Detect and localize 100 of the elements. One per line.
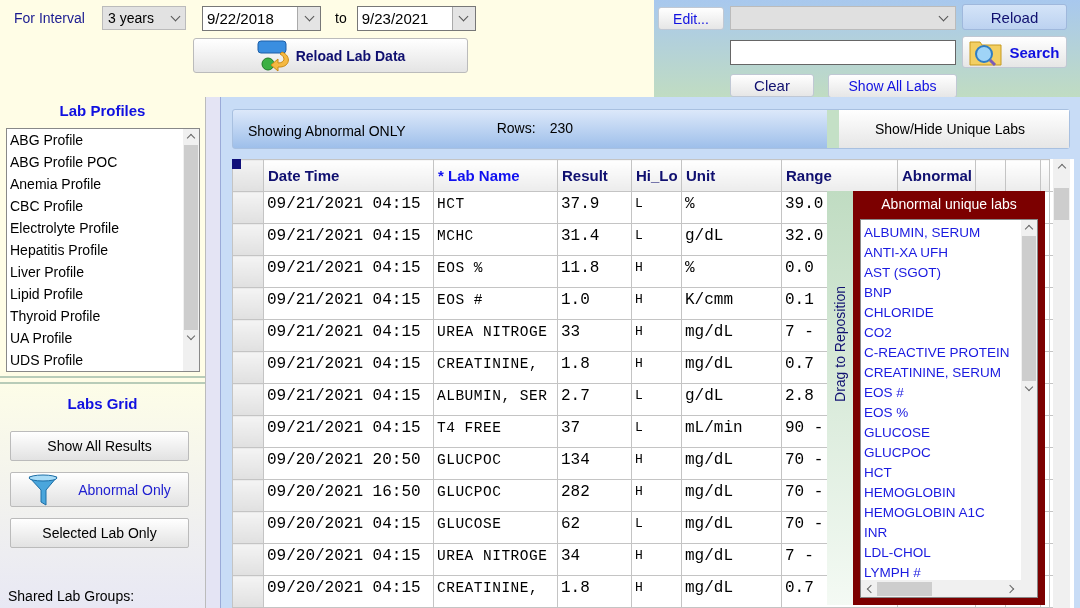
show-hide-unique-labs-button[interactable]: Show/Hide Unique Labs bbox=[827, 110, 1069, 148]
row-header[interactable] bbox=[232, 415, 264, 448]
table-cell: H bbox=[631, 351, 682, 384]
table-cell: mg/dL bbox=[681, 543, 782, 576]
table-cell: 34 bbox=[557, 543, 632, 576]
table-cell: 1.8 bbox=[557, 351, 632, 384]
table-cell: mL/min bbox=[681, 415, 782, 448]
row-header[interactable] bbox=[232, 383, 264, 416]
scrollbar[interactable] bbox=[183, 129, 199, 371]
scrollbar[interactable] bbox=[1021, 220, 1037, 580]
row-header[interactable] bbox=[232, 479, 264, 512]
profile-item[interactable]: ABG Profile POC bbox=[7, 151, 183, 173]
table-cell: MCHC bbox=[433, 223, 558, 256]
table-cell: 33 bbox=[557, 319, 632, 352]
row-header[interactable] bbox=[232, 543, 264, 576]
table-cell: g/dL bbox=[681, 223, 782, 256]
table-cell: mg/dL bbox=[681, 479, 782, 512]
rows-count: 230 bbox=[549, 120, 573, 136]
reload-button[interactable]: Reload bbox=[962, 4, 1067, 30]
table-cell: 09/20/2021 04:15 bbox=[263, 511, 434, 544]
row-header[interactable] bbox=[232, 575, 264, 608]
profile-item[interactable]: Liver Profile bbox=[7, 261, 183, 283]
interval-dropdown[interactable]: 3 years bbox=[102, 6, 186, 30]
row-header[interactable] bbox=[232, 511, 264, 544]
column-header[interactable]: Abnormal bbox=[897, 159, 976, 192]
splitter[interactable] bbox=[206, 97, 221, 608]
column-header[interactable]: Range bbox=[781, 159, 898, 192]
profile-item[interactable]: Thyroid Profile bbox=[7, 305, 183, 327]
column-header[interactable]: Unit bbox=[681, 159, 782, 192]
scrollbar[interactable] bbox=[1053, 159, 1070, 608]
table-cell: % bbox=[681, 191, 782, 224]
table-cell: 09/21/2021 04:15 bbox=[263, 319, 434, 352]
labs-grid-title: Labs Grid bbox=[66, 394, 139, 414]
row-header[interactable] bbox=[232, 255, 264, 288]
table-cell: H bbox=[631, 447, 682, 480]
table-cell: UREA NITROGE bbox=[433, 543, 558, 576]
table-cell: H bbox=[631, 287, 682, 320]
table-cell: mg/dL bbox=[681, 351, 782, 384]
table-cell: 31.4 bbox=[557, 223, 632, 256]
table-cell: 11.8 bbox=[557, 255, 632, 288]
table-cell: GLUCPOC bbox=[433, 479, 558, 512]
profile-item[interactable]: CBC Profile bbox=[7, 195, 183, 217]
table-cell: g/dL bbox=[681, 383, 782, 416]
table-cell: CREATININE, bbox=[433, 351, 558, 384]
search-button[interactable]: Search bbox=[962, 36, 1067, 68]
column-header[interactable]: Date Time bbox=[263, 159, 434, 192]
from-date-field[interactable]: 9/22/2018 bbox=[202, 5, 321, 31]
table-cell: GLUCPOC bbox=[433, 447, 558, 480]
profile-item[interactable]: Electrolyte Profile bbox=[7, 217, 183, 239]
row-header[interactable] bbox=[232, 287, 264, 320]
to-date-field[interactable]: 9/23/2021 bbox=[356, 5, 476, 31]
shared-groups-label: Shared Lab Groups: bbox=[8, 588, 136, 604]
table-cell: UREA NITROGE bbox=[433, 319, 558, 352]
status-text: Showing Abnormal ONLY bbox=[248, 123, 406, 139]
row-header[interactable] bbox=[232, 447, 264, 480]
table-cell: HCT bbox=[433, 191, 558, 224]
corner-marker bbox=[232, 159, 241, 169]
splitter[interactable] bbox=[0, 376, 205, 384]
row-header[interactable] bbox=[232, 319, 264, 352]
table-cell: 09/21/2021 04:15 bbox=[263, 415, 434, 448]
table-cell: L bbox=[631, 223, 682, 256]
table-cell: mg/dL bbox=[681, 511, 782, 544]
row-header[interactable] bbox=[232, 191, 264, 224]
column-header[interactable]: * Lab Name bbox=[433, 159, 558, 192]
table-cell: 1.0 bbox=[557, 287, 632, 320]
edit-button[interactable]: Edit... bbox=[658, 7, 724, 30]
table-cell: 09/21/2021 04:15 bbox=[263, 383, 434, 416]
profile-item[interactable]: Hepatitis Profile bbox=[7, 239, 183, 261]
table-cell: 62 bbox=[557, 511, 632, 544]
table-cell: mg/dL bbox=[681, 319, 782, 352]
profile-item[interactable]: Anemia Profile bbox=[7, 173, 183, 195]
table-cell: 37.9 bbox=[557, 191, 632, 224]
table-cell: T4 FREE bbox=[433, 415, 558, 448]
table-cell: 09/21/2021 04:15 bbox=[263, 255, 434, 288]
profile-item[interactable]: ABG Profile bbox=[7, 129, 183, 151]
funnel-icon bbox=[28, 473, 59, 506]
table-cell: H bbox=[631, 575, 682, 608]
clear-button[interactable]: Clear bbox=[730, 74, 814, 97]
scrollbar[interactable] bbox=[861, 580, 1037, 597]
lab-dropdown[interactable] bbox=[730, 6, 956, 30]
show-all-labs-button[interactable]: Show All Labs bbox=[828, 74, 957, 98]
table-cell: 282 bbox=[557, 479, 632, 512]
filter-button[interactable]: Show All Results bbox=[10, 431, 189, 461]
profile-item[interactable]: UA Profile bbox=[7, 327, 183, 349]
row-header[interactable] bbox=[232, 351, 264, 384]
drag-handle[interactable]: Drag to Reposition bbox=[827, 191, 853, 605]
table-cell: 09/20/2021 16:50 bbox=[263, 479, 434, 512]
column-header[interactable]: Hi_Lo bbox=[631, 159, 682, 192]
profile-item[interactable]: UDS Profile bbox=[7, 349, 183, 371]
search-field[interactable] bbox=[730, 40, 956, 65]
table-cell: GLUCOSE bbox=[433, 511, 558, 544]
column-header[interactable]: Result bbox=[557, 159, 632, 192]
filter-button[interactable]: Selected Lab Only bbox=[10, 518, 189, 548]
filter-button[interactable]: Abnormal Only bbox=[10, 472, 189, 507]
table-cell: H bbox=[631, 255, 682, 288]
row-header[interactable] bbox=[232, 223, 264, 256]
table-cell: 1.8 bbox=[557, 575, 632, 608]
table-cell: 09/21/2021 04:15 bbox=[263, 191, 434, 224]
profile-item[interactable]: Lipid Profile bbox=[7, 283, 183, 305]
reload-lab-data-button[interactable]: Reload Lab Data bbox=[193, 38, 468, 73]
